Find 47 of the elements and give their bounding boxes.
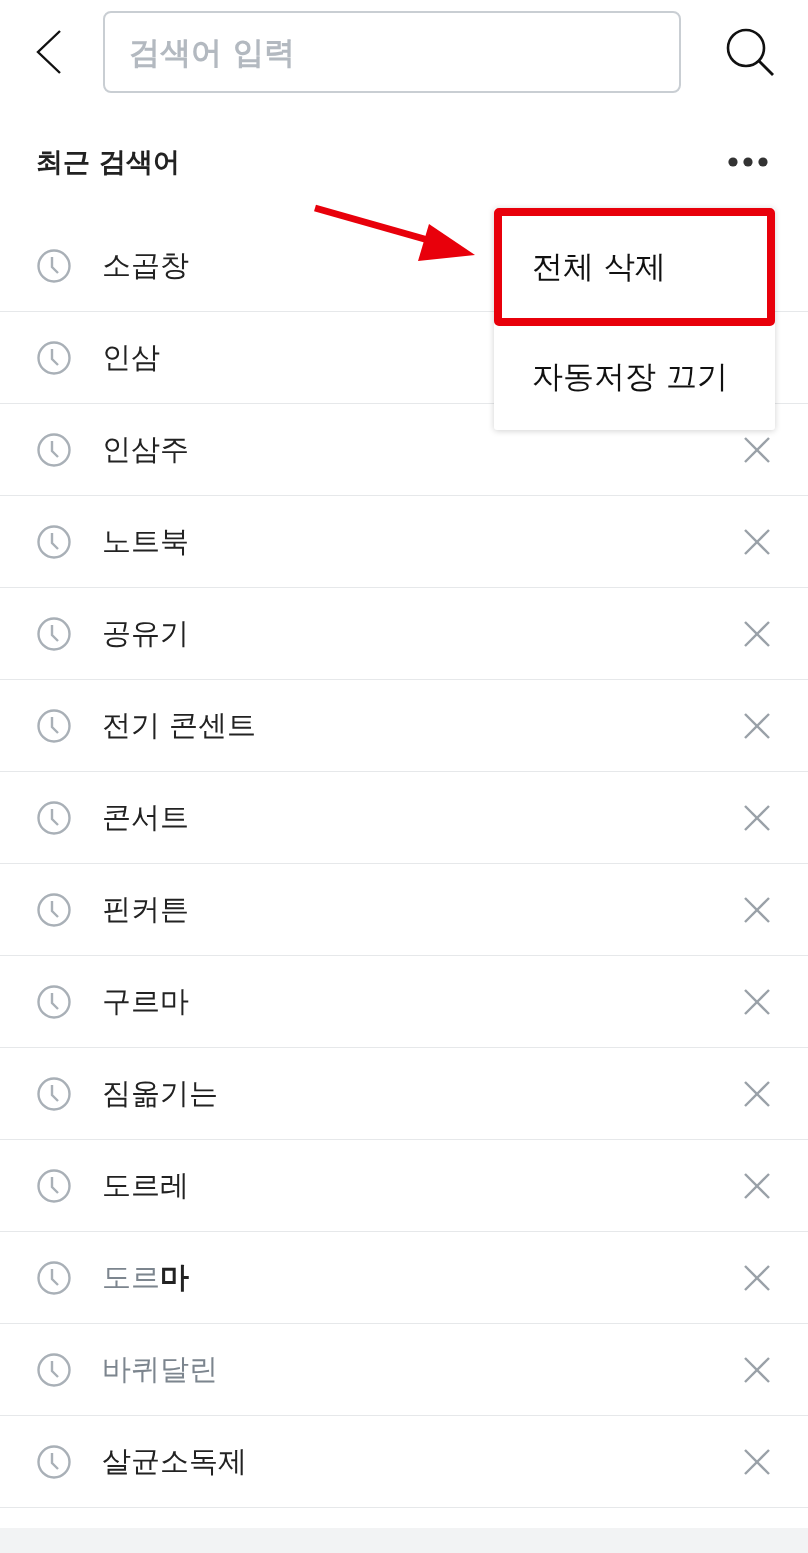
- search-term[interactable]: 소곱창: [102, 245, 189, 286]
- clock-icon: [37, 1444, 71, 1479]
- section-title: 최근 검색어: [36, 145, 181, 179]
- back-icon[interactable]: [36, 30, 62, 74]
- search-term[interactable]: 도르마: [102, 1257, 189, 1298]
- delete-icon[interactable]: [744, 988, 770, 1015]
- search-term[interactable]: 콘서트: [102, 797, 189, 838]
- clock-icon: [37, 708, 71, 743]
- search-term[interactable]: 살균소독제: [102, 1441, 247, 1482]
- clock-icon: [37, 1260, 71, 1295]
- search-term[interactable]: 인삼주: [102, 429, 189, 470]
- search-term[interactable]: 구르마: [102, 981, 189, 1022]
- clock-icon: [37, 1352, 71, 1387]
- clock-icon: [37, 984, 71, 1019]
- search-icon[interactable]: [725, 27, 775, 77]
- delete-icon[interactable]: [744, 620, 770, 647]
- clock-icon: [37, 800, 71, 835]
- search-term[interactable]: 노트북: [102, 521, 189, 562]
- clock-icon: [37, 1168, 71, 1203]
- search-term[interactable]: 짐옮기는: [102, 1073, 218, 1114]
- delete-icon[interactable]: [744, 804, 770, 831]
- clock-icon: [37, 248, 71, 283]
- delete-icon[interactable]: [744, 436, 770, 463]
- delete-icon[interactable]: [744, 1080, 770, 1107]
- more-icon[interactable]: [728, 157, 768, 167]
- menu-item[interactable]: 자동저장 끄기: [494, 326, 775, 430]
- search-field[interactable]: 검색어 입력: [103, 11, 681, 93]
- search-term[interactable]: 공유기: [102, 613, 189, 654]
- clock-icon: [37, 340, 71, 375]
- delete-icon[interactable]: [744, 528, 770, 555]
- delete-icon[interactable]: [744, 1448, 770, 1475]
- menu-item[interactable]: 전체 삭제: [494, 208, 775, 326]
- delete-icon[interactable]: [744, 1356, 770, 1383]
- clock-icon: [37, 892, 71, 927]
- delete-icon[interactable]: [744, 1172, 770, 1199]
- delete-icon[interactable]: [744, 1264, 770, 1291]
- delete-icon[interactable]: [744, 712, 770, 739]
- search-term[interactable]: 도르레: [102, 1165, 189, 1206]
- clock-icon: [37, 616, 71, 651]
- clock-icon: [37, 432, 71, 467]
- search-term[interactable]: 인삼: [102, 337, 160, 378]
- clock-icon: [37, 524, 71, 559]
- search-term[interactable]: 바퀴달린: [102, 1349, 218, 1390]
- delete-icon[interactable]: [744, 896, 770, 923]
- search-term[interactable]: 핀커튼: [102, 889, 189, 930]
- clock-icon: [37, 1076, 71, 1111]
- search-term[interactable]: 전기 콘센트: [102, 705, 257, 746]
